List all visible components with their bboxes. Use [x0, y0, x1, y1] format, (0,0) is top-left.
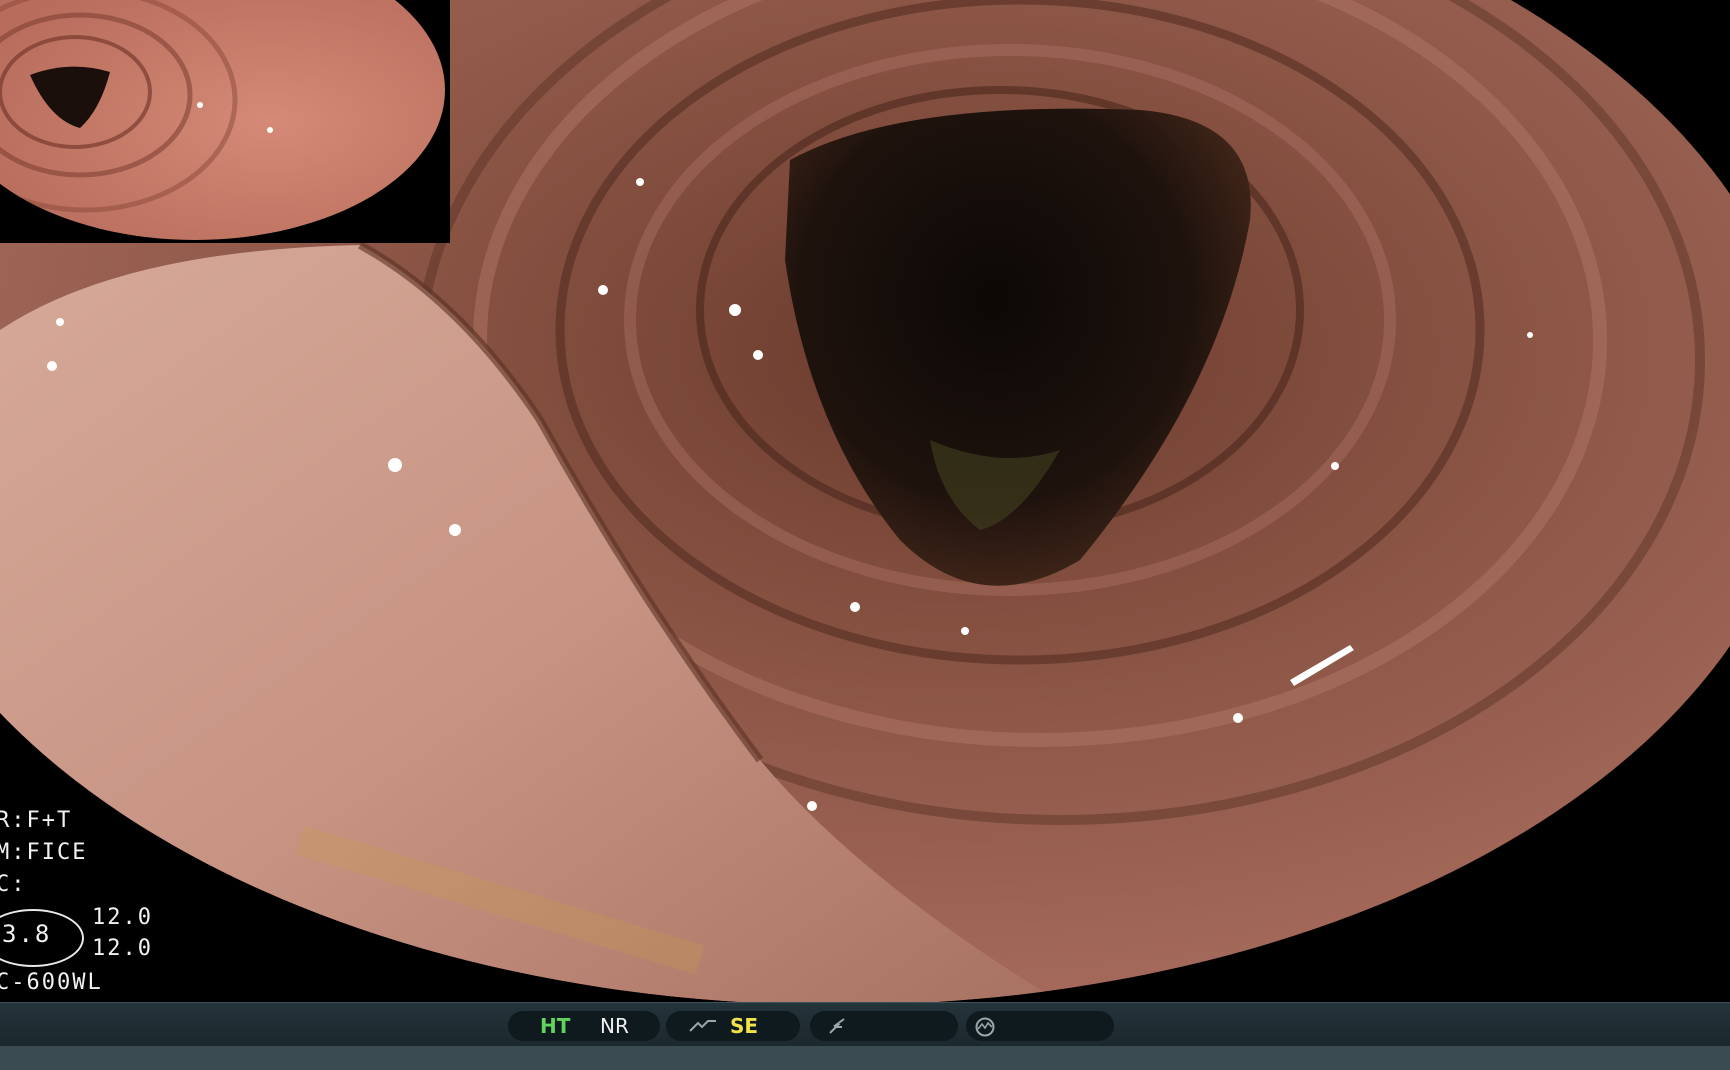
overlay-structure-enhancement: R:F+T [0, 808, 73, 833]
overlay-color: C: [0, 872, 27, 897]
signal-icon [975, 1017, 995, 1037]
circled-value: 3.8 [2, 920, 52, 948]
overlay-value-top: 12.0 [92, 905, 153, 930]
bottom-strip [0, 1046, 1730, 1070]
sharpness-pill [810, 1011, 958, 1041]
signal-pill [966, 1011, 1114, 1041]
ht-indicator: HT [540, 1014, 571, 1038]
sharpness-icon [829, 1018, 845, 1034]
endoscope-viewport: R:F+T M:FICE C: 3.8 12.0 12.0 C-600WL [0, 0, 1730, 1002]
enhancement-pill: SE [666, 1011, 800, 1041]
overlay-mode: M:FICE [0, 840, 88, 865]
se-indicator: SE [730, 1014, 759, 1038]
overlay-value-bottom: 12.0 [92, 936, 153, 961]
nr-indicator: NR [600, 1014, 629, 1038]
status-bar: HT NR SE [0, 1002, 1730, 1047]
tone-curve-icon [689, 1020, 716, 1032]
scope-model: C-600WL [0, 970, 103, 995]
picture-in-picture-thumbnail [0, 0, 450, 243]
processing-indicator-pill: HT NR [508, 1011, 660, 1041]
